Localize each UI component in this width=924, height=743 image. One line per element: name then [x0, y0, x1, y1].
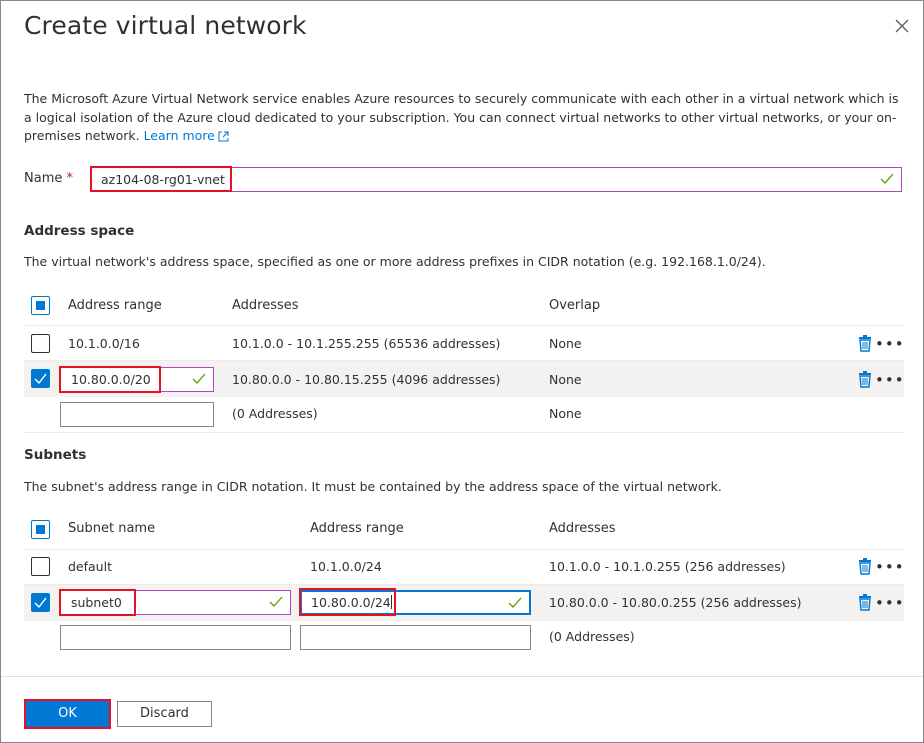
ellipsis-icon[interactable]: •••	[875, 560, 905, 575]
name-input[interactable]: az104-08-rg01-vnet	[90, 167, 902, 192]
address-space-description: The virtual network's address space, spe…	[24, 254, 766, 269]
address-space-heading: Address space	[24, 223, 135, 239]
checkmark-icon	[880, 173, 894, 184]
subnet-addresses-cell: 10.1.0.0 - 10.1.0.255 (256 addresses)	[549, 559, 786, 574]
trash-icon[interactable]	[858, 558, 872, 575]
ok-button[interactable]: OK	[26, 701, 109, 727]
dialog-title: Create virtual network	[24, 11, 307, 40]
subnet-addresses-cell: (0 Addresses)	[549, 629, 635, 644]
new-address-range-input[interactable]	[60, 402, 214, 427]
trash-icon[interactable]	[858, 335, 872, 352]
address-range-input[interactable]: 10.80.0.0/20	[60, 367, 214, 392]
checkmark-icon	[269, 596, 283, 607]
subnet-row-checkbox[interactable]	[31, 593, 50, 612]
col-subnet-address-range: Address range	[310, 521, 404, 536]
subnet-address-range-input[interactable]: 10.80.0.0/24	[300, 590, 531, 615]
close-icon[interactable]	[891, 15, 913, 37]
footer-divider	[1, 676, 923, 677]
address-row-checkbox[interactable]	[31, 369, 50, 388]
name-input-value: az104-08-rg01-vnet	[101, 172, 225, 187]
col-overlap: Overlap	[549, 298, 601, 313]
name-label: Name *	[24, 171, 73, 186]
col-addresses: Addresses	[232, 298, 299, 313]
subnet-name-cell: default	[68, 559, 112, 574]
select-all-subnets-checkbox[interactable]	[31, 520, 50, 539]
trash-icon[interactable]	[858, 594, 872, 611]
checkmark-icon	[508, 597, 522, 608]
trash-icon[interactable]	[858, 371, 872, 388]
address-range-cell: 10.1.0.0/16	[68, 336, 140, 351]
subnet-name-input[interactable]: subnet0	[60, 590, 291, 615]
subnet-row-checkbox[interactable]	[31, 557, 50, 576]
dialog-description: The Microsoft Azure Virtual Network serv…	[24, 90, 904, 146]
addresses-cell: (0 Addresses)	[232, 406, 318, 421]
address-row-checkbox[interactable]	[31, 334, 50, 353]
discard-button[interactable]: Discard	[117, 701, 212, 727]
learn-more-link[interactable]: Learn more	[144, 128, 229, 143]
ellipsis-icon[interactable]: •••	[875, 337, 905, 352]
ellipsis-icon[interactable]: •••	[875, 373, 905, 388]
select-all-address-checkbox[interactable]	[31, 296, 50, 315]
addresses-cell: 10.80.0.0 - 10.80.15.255 (4096 addresses…	[232, 372, 501, 387]
ellipsis-icon[interactable]: •••	[875, 596, 905, 611]
subnets-heading: Subnets	[24, 447, 87, 463]
new-subnet-name-input[interactable]	[60, 625, 291, 650]
col-address-range: Address range	[68, 298, 162, 313]
checkmark-icon	[192, 373, 206, 384]
external-link-icon	[218, 131, 229, 142]
create-vnet-dialog: Create virtual network The Microsoft Azu…	[0, 0, 924, 743]
overlap-cell: None	[549, 406, 582, 421]
overlap-cell: None	[549, 336, 582, 351]
overlap-cell: None	[549, 372, 582, 387]
subnet-range-cell: 10.1.0.0/24	[310, 559, 382, 574]
subnet-addresses-cell: 10.80.0.0 - 10.80.0.255 (256 addresses)	[549, 595, 802, 610]
col-subnet-name: Subnet name	[68, 521, 156, 536]
subnets-description: The subnet's address range in CIDR notat…	[24, 479, 722, 494]
addresses-cell: 10.1.0.0 - 10.1.255.255 (65536 addresses…	[232, 336, 501, 351]
col-subnet-addresses: Addresses	[549, 521, 616, 536]
new-subnet-range-input[interactable]	[300, 625, 531, 650]
